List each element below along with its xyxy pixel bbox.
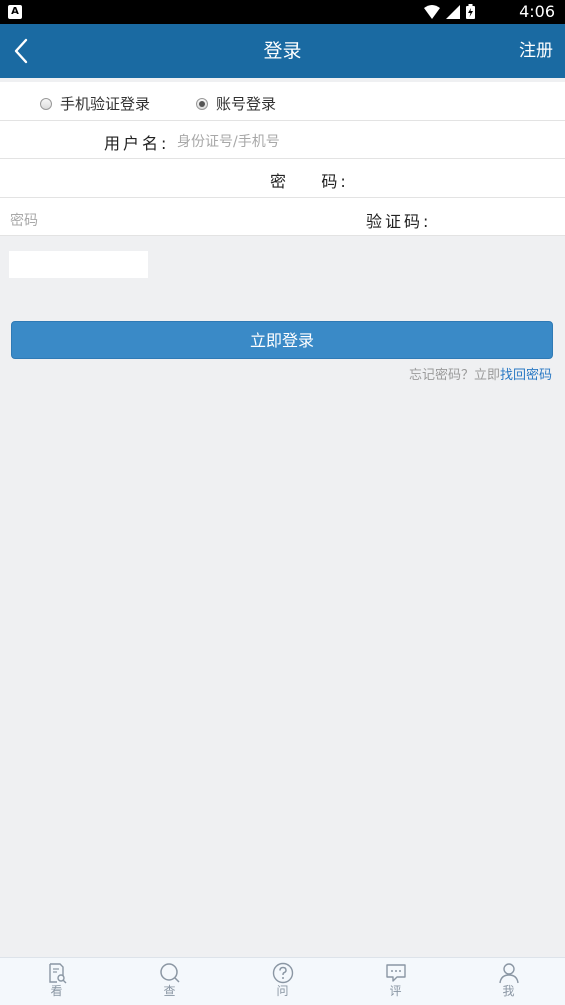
- battery-icon: [466, 4, 475, 19]
- notification-icon: A: [8, 5, 22, 19]
- password-label-row: 密 码:: [0, 159, 565, 198]
- password-label: 密 码:: [270, 172, 349, 191]
- document-search-icon: [48, 963, 66, 984]
- radio-checked-icon: [196, 97, 208, 110]
- status-time: 4:06: [519, 2, 555, 21]
- password-input[interactable]: 密码: [10, 210, 38, 230]
- tab-label: 看: [50, 984, 63, 998]
- wifi-icon: [424, 4, 440, 19]
- search-icon: [159, 963, 180, 983]
- captcha-input[interactable]: [9, 251, 148, 278]
- forgot-password: 忘记密码？立即找回密码: [409, 364, 552, 383]
- tab-label: 问: [276, 984, 289, 998]
- status-bar: A 4:06: [0, 0, 565, 24]
- login-mode-phone[interactable]: 手机验证登录: [40, 93, 150, 114]
- tab-label: 评: [389, 984, 402, 998]
- radio-unchecked-icon: [40, 97, 52, 110]
- tab-search[interactable]: 查: [113, 958, 226, 1005]
- username-label: 用户名:: [104, 134, 170, 153]
- username-input[interactable]: 身份证号/手机号: [177, 131, 280, 151]
- tab-label: 查: [163, 984, 176, 998]
- login-button[interactable]: 立即登录: [11, 321, 553, 359]
- captcha-label: 验证码:: [366, 212, 432, 231]
- login-mode-label: 手机验证登录: [60, 95, 151, 113]
- comment-icon: [385, 964, 406, 982]
- signal-icon: [446, 4, 460, 19]
- question-icon: [272, 962, 293, 984]
- login-form: 手机验证登录 账号登录 用户名: 身份证号/手机号 密 码: 密码 验证码:: [0, 82, 565, 236]
- user-icon: [498, 963, 519, 984]
- tab-look[interactable]: 看: [0, 958, 113, 1005]
- tab-ask[interactable]: 问: [226, 958, 339, 1005]
- tab-comment[interactable]: 评: [339, 958, 452, 1005]
- password-input-row: 密码 验证码:: [0, 198, 565, 236]
- login-mode-label: 账号登录: [216, 95, 277, 113]
- username-row: 用户名: 身份证号/手机号: [0, 121, 565, 159]
- recover-password-link[interactable]: 找回密码: [500, 368, 552, 383]
- tab-me[interactable]: 我: [452, 958, 565, 1005]
- tab-label: 我: [502, 984, 515, 998]
- page-title: 登录: [263, 40, 302, 62]
- bottom-tab-bar: 看 查 问 评 我: [0, 957, 565, 1005]
- app-bar: 登录 注册: [0, 24, 565, 78]
- login-mode-account[interactable]: 账号登录: [196, 93, 276, 114]
- login-mode-selector: 手机验证登录 账号登录: [0, 82, 565, 121]
- status-icons: [424, 4, 475, 19]
- register-button[interactable]: 注册: [519, 24, 553, 78]
- forgot-password-text: 忘记密码？立即: [408, 368, 500, 383]
